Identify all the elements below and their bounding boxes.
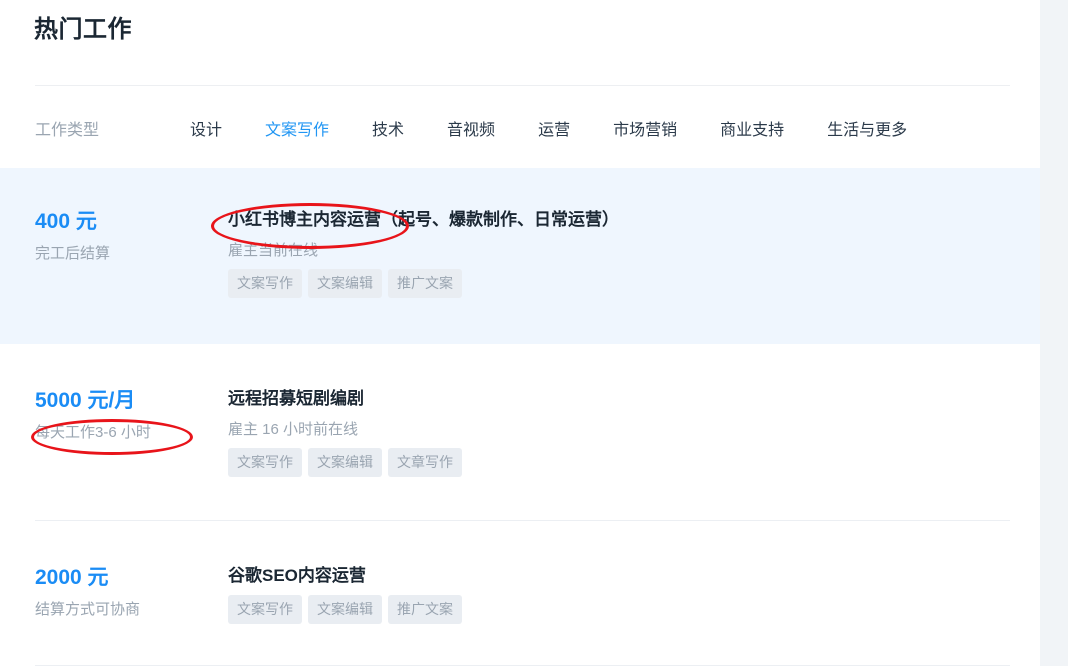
tab-label: 技术 bbox=[372, 122, 405, 139]
tab-label: 文案写作 bbox=[265, 122, 330, 139]
right-gutter bbox=[1068, 0, 1080, 666]
job-tag[interactable]: 文案编辑 bbox=[308, 448, 382, 478]
job-detail-column: 小红书博主内容运营（起号、爆款制作、日常运营） 雇主当前在线文案写作 文案编辑 推广文… bbox=[228, 210, 1040, 344]
tab-label: 商业支持 bbox=[720, 122, 785, 139]
job-title[interactable]: 小红书博主内容运营（起号、爆款制作、日常运营） bbox=[228, 210, 1040, 230]
vertical-scrollbar-track[interactable] bbox=[1040, 0, 1068, 666]
job-list-content-column: 热门工作 工作类型 设计 文案写作 技术 音视频 运营 市场营销 商业支持 生活与更多 400… bbox=[0, 0, 1040, 666]
job-tag-row: 文案写作 文案编辑 推广文案 bbox=[228, 269, 1040, 299]
tab-8[interactable]: 生活与更多 bbox=[827, 116, 907, 140]
job-tag[interactable]: 文案编辑 bbox=[308, 595, 382, 625]
tab-2[interactable]: 文案写作 bbox=[265, 116, 329, 140]
header-divider bbox=[35, 85, 1010, 86]
job-title[interactable]: 远程招募短剧编剧 bbox=[228, 389, 1040, 409]
employer-online-status: 雇主当前在线 bbox=[228, 242, 319, 260]
job-title[interactable]: 谷歌SEO内容运营 bbox=[228, 566, 1040, 586]
job-tag[interactable]: 推广文案 bbox=[388, 269, 462, 299]
job-tag-row: 文案写作 文案编辑 推广文案 bbox=[228, 595, 1040, 625]
job-price: 400 元 bbox=[35, 210, 97, 233]
page-title: 热门工作 bbox=[34, 16, 132, 43]
job-type-tabbar: 工作类型 设计 文案写作 技术 音视频 运营 市场营销 商业支持 生活与更多 bbox=[35, 112, 907, 144]
job-price-column: 400 元完工后结算 bbox=[0, 210, 228, 344]
job-tag[interactable]: 文案编辑 bbox=[308, 269, 382, 299]
tab-5[interactable]: 运营 bbox=[538, 116, 570, 140]
job-price-column: 2000 元结算方式可协商 bbox=[0, 566, 228, 666]
employer-online-status: 雇主 16 小时前在线 bbox=[228, 421, 359, 439]
job-list: 400 元完工后结算 小红书博主内容运营（起号、爆款制作、日常运营） 雇主当前在线文… bbox=[0, 168, 1040, 666]
job-price-note: 完工后结算 bbox=[35, 245, 111, 263]
job-price: 5000 元/月 bbox=[35, 389, 136, 412]
job-tag[interactable]: 文案写作 bbox=[228, 269, 302, 299]
job-price: 2000 元 bbox=[35, 566, 109, 589]
job-detail-column: 谷歌SEO内容运营文案写作 文案编辑 推广文案 bbox=[228, 566, 1040, 666]
job-price-note: 结算方式可协商 bbox=[35, 601, 141, 619]
tab-label: 生活与更多 bbox=[827, 122, 908, 139]
tab-6[interactable]: 市场营销 bbox=[613, 116, 677, 140]
tab-3[interactable]: 技术 bbox=[372, 116, 404, 140]
job-row[interactable]: 400 元完工后结算 小红书博主内容运营（起号、爆款制作、日常运营） 雇主当前在线文… bbox=[0, 168, 1040, 344]
page-root: 热门工作 工作类型 设计 文案写作 技术 音视频 运营 市场营销 商业支持 生活与更多 400… bbox=[0, 0, 1080, 666]
job-row[interactable]: 2000 元结算方式可协商 谷歌SEO内容运营 文案写作 文案编辑 推广文案 bbox=[0, 521, 1040, 666]
job-tag-row: 文案写作 文案编辑 文章写作 bbox=[228, 448, 1040, 478]
tab-label: 音视频 bbox=[447, 122, 496, 139]
job-price-column: 5000 元/月每天工作3-6 小时 bbox=[0, 389, 228, 521]
job-tag[interactable]: 推广文案 bbox=[388, 595, 462, 625]
job-tag[interactable]: 文案写作 bbox=[228, 595, 302, 625]
job-tag[interactable]: 文案写作 bbox=[228, 448, 302, 478]
job-row[interactable]: 5000 元/月 每天工作3-6 小时 远程招募短剧编剧 雇主 16 小时前在线 文案写… bbox=[0, 344, 1040, 521]
tab-7[interactable]: 商业支持 bbox=[720, 116, 784, 140]
tab-label: 市场营销 bbox=[613, 122, 678, 139]
tab-4[interactable]: 音视频 bbox=[447, 116, 495, 140]
job-detail-column: 远程招募短剧编剧 雇主 16 小时前在线文案写作 文案编辑 文章写作 bbox=[228, 389, 1040, 521]
job-price-note: 每天工作3-6 小时 bbox=[35, 424, 151, 442]
tab-label: 设计 bbox=[190, 122, 223, 139]
tab-1[interactable]: 设计 bbox=[190, 116, 222, 140]
job-tag[interactable]: 文章写作 bbox=[388, 448, 462, 478]
job-type-label: 工作类型 bbox=[35, 122, 100, 139]
tab-label: 运营 bbox=[538, 122, 571, 139]
